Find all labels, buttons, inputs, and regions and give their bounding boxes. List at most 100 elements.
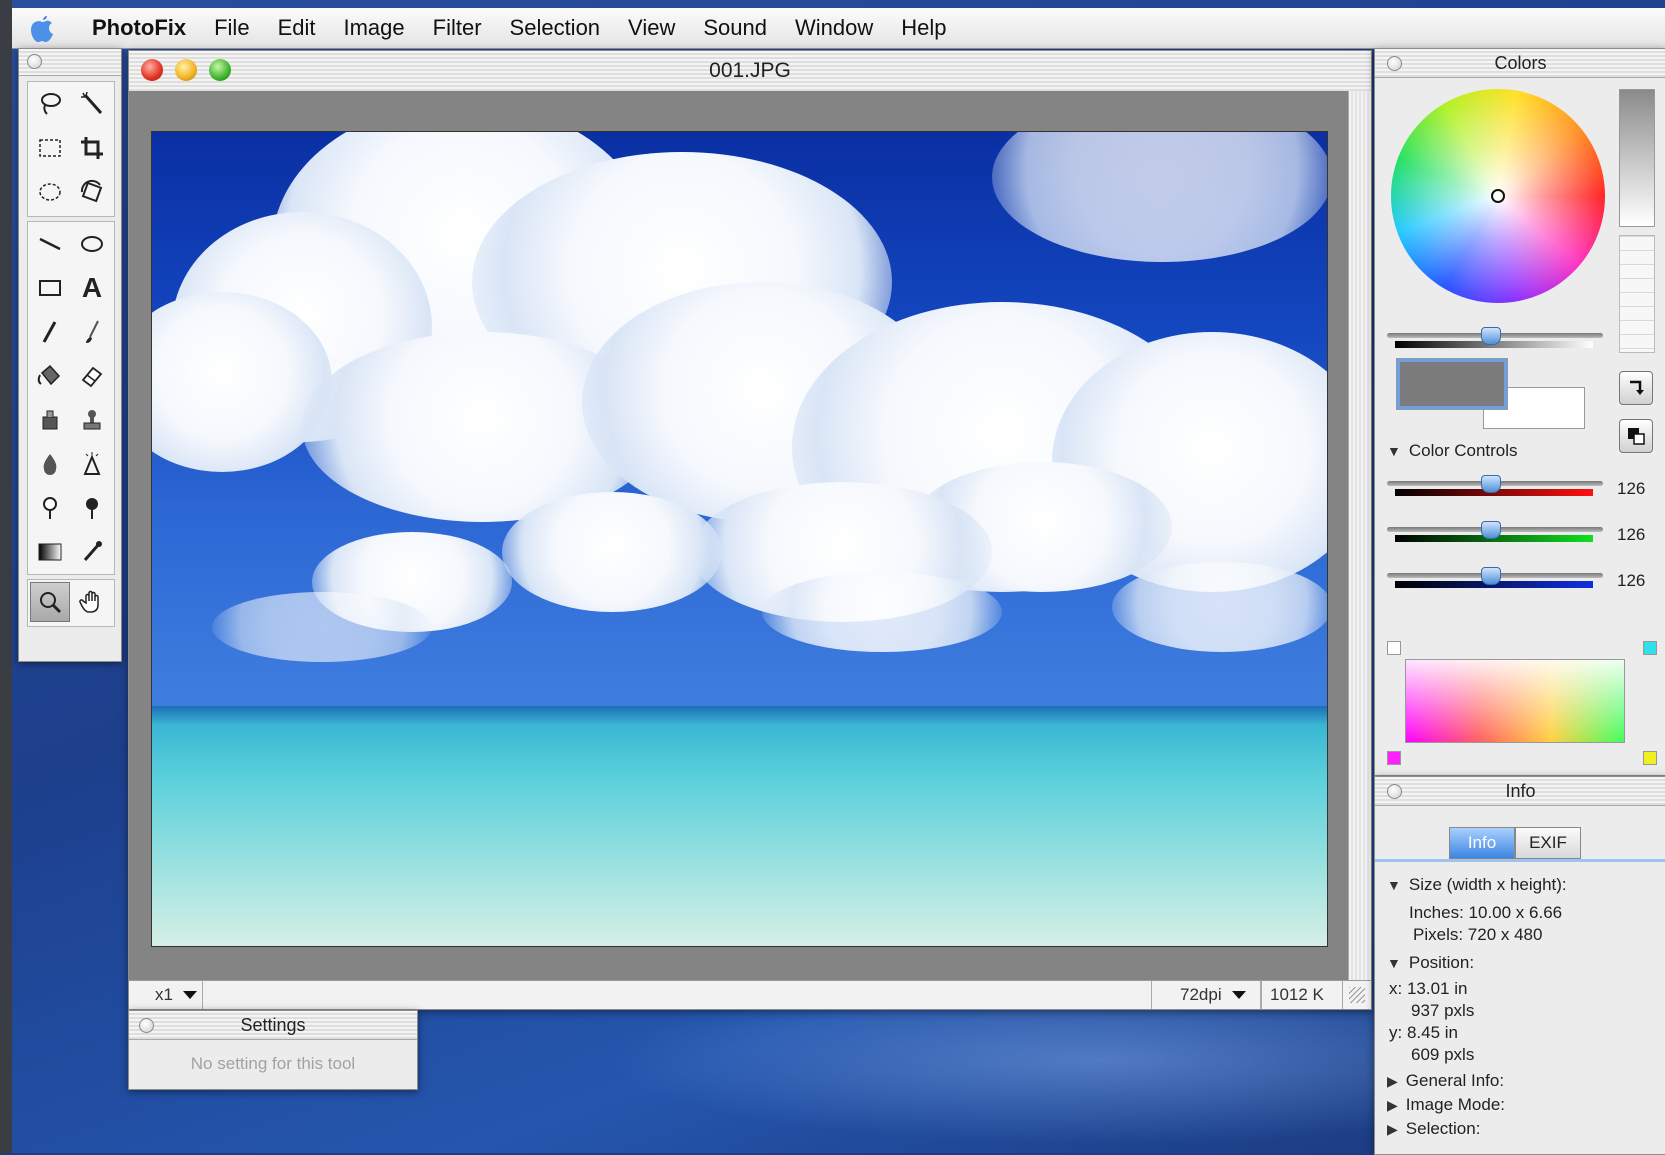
size-header: Size (width x height): (1408, 875, 1567, 894)
paint-bucket-icon[interactable] (30, 356, 70, 396)
color-wheel-cursor[interactable] (1491, 189, 1505, 203)
menu-selection[interactable]: Selection (510, 15, 601, 41)
settings-titlebar[interactable]: Settings (129, 1011, 417, 1040)
toolbox-titlebar[interactable] (19, 49, 121, 76)
menu-filter[interactable]: Filter (433, 15, 482, 41)
spectrum-corner-yellow[interactable] (1643, 751, 1657, 765)
photo-image[interactable] (151, 131, 1328, 947)
disclosure-open-icon: ▼ (1387, 443, 1401, 459)
default-colors-icon[interactable] (1619, 419, 1653, 453)
selection-tools-group (27, 81, 115, 217)
spectrum-corner-white[interactable] (1387, 641, 1401, 655)
paint-tools-group: A (27, 221, 115, 575)
menu-sound[interactable]: Sound (703, 15, 767, 41)
document-window: 001.JPG x1 72dpi 1012 K (128, 50, 1372, 1010)
stamp-icon[interactable] (72, 400, 112, 440)
swatch-grid[interactable] (1619, 235, 1655, 353)
general-info-disclosure[interactable]: ▶ General Info: (1387, 1071, 1504, 1091)
menu-image[interactable]: Image (343, 15, 404, 41)
info-titlebar[interactable]: Info (1375, 777, 1665, 806)
canvas-area[interactable] (129, 91, 1349, 981)
color-spectrum[interactable] (1405, 659, 1625, 743)
menu-help[interactable]: Help (901, 15, 946, 41)
blue-slider-thumb[interactable] (1481, 567, 1501, 585)
green-slider[interactable] (1387, 521, 1603, 542)
position-disclosure[interactable]: ▼ Position: (1387, 953, 1474, 973)
disclosure-closed-icon: ▶ (1387, 1097, 1398, 1113)
pencil-icon[interactable] (30, 312, 70, 352)
desktop-edge (0, 0, 12, 1153)
spectrum-corner-cyan[interactable] (1643, 641, 1657, 655)
document-status-bar: x1 72dpi 1012 K (129, 980, 1371, 1009)
eyedropper-icon[interactable] (72, 532, 112, 572)
foreground-color-swatch[interactable] (1397, 359, 1507, 409)
chevron-down-icon (1231, 991, 1246, 999)
dodge-icon[interactable] (30, 488, 70, 528)
line-icon[interactable] (30, 224, 70, 264)
magic-wand-icon[interactable] (72, 84, 112, 124)
color-controls-label: Color Controls (1408, 441, 1518, 460)
menu-app-name[interactable]: PhotoFix (92, 15, 186, 41)
rectangle-icon[interactable] (30, 268, 70, 308)
photo-sea (152, 706, 1327, 946)
menu-edit[interactable]: Edit (278, 15, 316, 41)
image-mode-disclosure[interactable]: ▶ Image Mode: (1387, 1095, 1505, 1115)
zoom-icon[interactable] (30, 582, 70, 622)
blur-icon[interactable] (30, 444, 70, 484)
ellipse-icon[interactable] (72, 224, 112, 264)
menu-window[interactable]: Window (795, 15, 873, 41)
colors-close-icon[interactable] (1387, 56, 1402, 71)
hand-icon[interactable] (72, 582, 112, 622)
ellipse-select-icon[interactable] (30, 172, 70, 212)
resolution-dropdown[interactable]: 72dpi (1151, 981, 1261, 1009)
swap-colors-icon[interactable] (1619, 371, 1653, 405)
gradient-icon[interactable] (30, 532, 70, 572)
toolbox-close-icon[interactable] (27, 54, 42, 69)
spectrum-corner-magenta[interactable] (1387, 751, 1401, 765)
menu-file[interactable]: File (214, 15, 249, 41)
selection-disclosure[interactable]: ▶ Selection: (1387, 1119, 1480, 1139)
blue-slider[interactable] (1387, 567, 1603, 588)
sharpen-icon[interactable] (72, 444, 112, 484)
colors-title: Colors (1494, 53, 1547, 73)
brightness-ramp[interactable] (1619, 89, 1655, 227)
position-x-inches: x: 13.01 in (1389, 979, 1468, 998)
size-disclosure[interactable]: ▼ Size (width x height): (1387, 875, 1567, 895)
clone-icon[interactable] (30, 400, 70, 440)
burn-icon[interactable] (72, 488, 112, 528)
info-tab-bar: Info EXIF (1449, 827, 1581, 859)
photo-sky (152, 132, 1327, 706)
red-slider[interactable] (1387, 475, 1603, 496)
zoom-level-dropdown[interactable]: x1 (129, 981, 203, 1009)
disclosure-open-icon: ▼ (1387, 877, 1401, 893)
menu-view[interactable]: View (628, 15, 675, 41)
rect-select-icon[interactable] (30, 128, 70, 168)
info-close-icon[interactable] (1387, 784, 1402, 799)
red-slider-thumb[interactable] (1481, 475, 1501, 493)
position-x-pixels: 937 pxls (1411, 1001, 1475, 1020)
color-wheel[interactable] (1391, 89, 1605, 303)
apple-menu-icon[interactable] (12, 13, 72, 43)
settings-close-icon[interactable] (139, 1018, 154, 1033)
disclosure-open-icon: ▼ (1387, 955, 1401, 971)
menu-bar: PhotoFix File Edit Image Filter Selectio… (12, 8, 1665, 49)
colors-titlebar[interactable]: Colors (1375, 49, 1665, 78)
brush-icon[interactable] (72, 312, 112, 352)
tab-exif[interactable]: EXIF (1515, 827, 1581, 859)
brightness-slider[interactable] (1387, 327, 1603, 348)
rotate-icon[interactable] (72, 172, 112, 212)
zoom-level-value: x1 (155, 985, 173, 1004)
color-controls-disclosure[interactable]: ▼ Color Controls (1387, 441, 1518, 461)
settings-message: No setting for this tool (190, 1054, 356, 1073)
eraser-icon[interactable] (72, 356, 112, 396)
green-value: 126 (1617, 525, 1646, 544)
text-icon[interactable]: A (72, 268, 112, 308)
resize-grip-icon[interactable] (1349, 987, 1365, 1003)
green-slider-thumb[interactable] (1481, 521, 1501, 539)
tab-info[interactable]: Info (1449, 827, 1515, 859)
document-titlebar[interactable]: 001.JPG (129, 51, 1371, 92)
lasso-icon[interactable] (30, 84, 70, 124)
brightness-slider-thumb[interactable] (1481, 327, 1501, 345)
crop-icon[interactable] (72, 128, 112, 168)
vertical-scrollbar[interactable] (1348, 91, 1371, 981)
